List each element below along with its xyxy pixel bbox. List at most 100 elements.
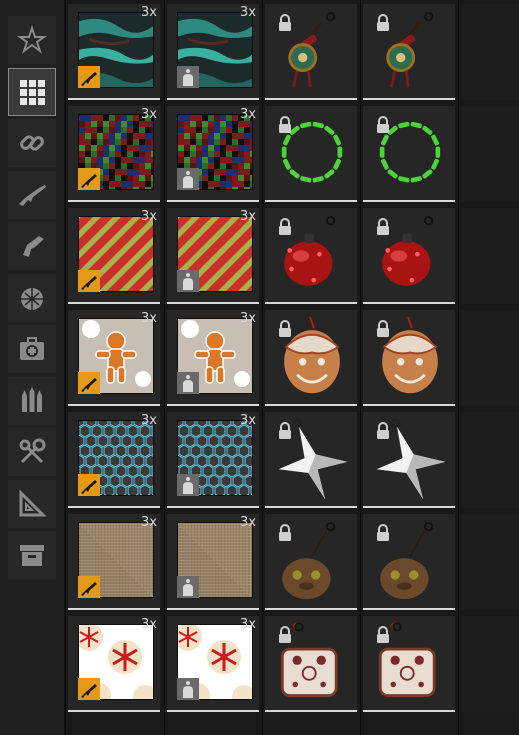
slot-underline (167, 404, 259, 406)
charm-item-slot[interactable] (363, 616, 455, 712)
slot-underline (363, 710, 455, 712)
empty-slot (461, 310, 519, 406)
sidebar-button-grenade[interactable] (8, 273, 56, 322)
quantity-label: 3x (141, 413, 157, 428)
lock-icon (279, 14, 291, 31)
charm-item-slot[interactable] (363, 310, 455, 406)
character-category-icon (177, 168, 199, 190)
column-divider (65, 0, 66, 735)
weapon-category-icon (78, 66, 100, 88)
archive-icon (20, 545, 44, 566)
character-category-icon (177, 576, 199, 598)
charm-item-slot[interactable] (265, 208, 357, 304)
slot-underline (167, 710, 259, 712)
quantity-label: 3x (141, 5, 157, 20)
pattern-item-slot[interactable]: 3x (68, 514, 160, 610)
slot-underline (363, 302, 455, 304)
quantity-label: 3x (141, 107, 157, 122)
lock-icon (279, 116, 291, 133)
sidebar-button-ammo[interactable] (8, 376, 56, 425)
lock-icon (377, 14, 389, 31)
slot-underline (68, 98, 160, 100)
charm-item-slot[interactable] (265, 412, 357, 508)
sidebar-button-tools[interactable] (8, 428, 56, 476)
sidebar-button-medkit[interactable] (8, 325, 56, 373)
empty-slot (461, 514, 519, 610)
quantity-label: 3x (240, 413, 256, 428)
empty-slot (461, 208, 519, 304)
quantity-label: 3x (240, 5, 256, 20)
pattern-item-slot[interactable]: 3x (167, 106, 259, 202)
pattern-item-slot[interactable]: 3x (68, 412, 160, 508)
charm-item-slot[interactable] (363, 106, 455, 202)
slot-underline (363, 98, 455, 100)
slot-underline (363, 608, 455, 610)
weapon-category-icon (78, 372, 100, 394)
lock-icon (279, 218, 291, 235)
slot-underline (68, 506, 160, 508)
sidebar-button-rifle[interactable] (8, 170, 56, 219)
character-category-icon (177, 372, 199, 394)
sidebar-button-favorites[interactable] (8, 16, 56, 64)
charm-item-slot[interactable] (265, 4, 357, 100)
sidebar-button-archive[interactable] (8, 531, 56, 579)
empty-slot (461, 106, 519, 202)
lock-icon (377, 626, 389, 643)
medkit-icon (20, 337, 44, 360)
pistol-icon (23, 236, 44, 257)
slot-underline (265, 302, 357, 304)
pattern-item-slot[interactable]: 3x (167, 208, 259, 304)
slot-underline (167, 506, 259, 508)
tools-icon (19, 438, 46, 464)
charm-item-slot[interactable] (265, 106, 357, 202)
pattern-item-slot[interactable]: 3x (68, 4, 160, 100)
weapon-category-icon (78, 576, 100, 598)
lock-icon (279, 320, 291, 337)
pattern-item-slot[interactable]: 3x (167, 616, 259, 712)
charm-item-slot[interactable] (265, 310, 357, 406)
pattern-item-slot[interactable]: 3x (68, 106, 160, 202)
pattern-item-slot[interactable]: 3x (167, 514, 259, 610)
character-category-icon (177, 270, 199, 292)
empty-slot (461, 616, 519, 712)
pattern-item-slot[interactable]: 3x (167, 310, 259, 406)
slot-underline (265, 608, 357, 610)
link-icon (20, 135, 44, 151)
slot-underline (167, 200, 259, 202)
charm-item-slot[interactable] (363, 208, 455, 304)
empty-slot (461, 4, 519, 100)
quantity-label: 3x (240, 617, 256, 632)
charm-item-slot[interactable] (363, 4, 455, 100)
slot-underline (363, 506, 455, 508)
charm-item-slot[interactable] (265, 616, 357, 712)
charm-item-slot[interactable] (265, 514, 357, 610)
character-category-icon (177, 678, 199, 700)
character-category-icon (177, 474, 199, 496)
pattern-item-slot[interactable]: 3x (68, 208, 160, 304)
charm-item-slot[interactable] (363, 514, 455, 610)
pattern-item-slot[interactable]: 3x (68, 310, 160, 406)
weapon-category-icon (78, 270, 100, 292)
sidebar-button-pistol[interactable] (8, 222, 56, 270)
pattern-item-slot[interactable]: 3x (68, 616, 160, 712)
sidebar-button-link[interactable] (8, 119, 56, 167)
quantity-label: 3x (240, 107, 256, 122)
weapon-category-icon (78, 474, 100, 496)
weapon-category-icon (78, 168, 100, 190)
charm-item-slot[interactable] (363, 412, 455, 508)
lock-icon (377, 320, 389, 337)
lock-icon (377, 218, 389, 235)
sidebar-button-ruler[interactable] (8, 479, 56, 528)
sidebar-button-grid[interactable] (8, 67, 56, 116)
lock-icon (377, 524, 389, 541)
lock-icon (279, 524, 291, 541)
column-divider (262, 0, 263, 735)
favorites-icon (17, 25, 47, 54)
quantity-label: 3x (141, 515, 157, 530)
slot-underline (167, 302, 259, 304)
lock-icon (377, 116, 389, 133)
grid-icon (20, 79, 45, 105)
pattern-item-slot[interactable]: 3x (167, 4, 259, 100)
empty-slot (461, 412, 519, 508)
pattern-item-slot[interactable]: 3x (167, 412, 259, 508)
